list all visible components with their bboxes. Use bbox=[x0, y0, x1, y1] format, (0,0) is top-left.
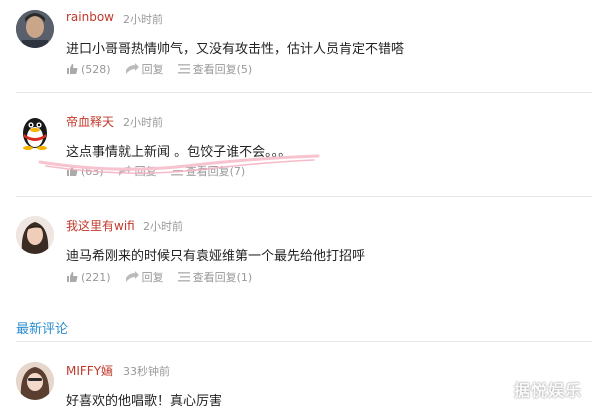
avatar-image bbox=[16, 362, 54, 400]
reply-icon bbox=[125, 271, 139, 282]
comment-text: 进口小哥哥热情帅气，又没有攻击性，估计人员肯定不错嗒 bbox=[66, 42, 405, 57]
comment-username[interactable]: 帝血释天 bbox=[66, 113, 114, 130]
comment-time: 2小时前 bbox=[123, 116, 163, 129]
comment-time: 2小时前 bbox=[143, 220, 183, 233]
reply-label: 回复 bbox=[141, 271, 164, 284]
comment-username[interactable]: 我这里有wifi bbox=[66, 217, 135, 234]
reply-icon bbox=[125, 63, 139, 74]
comment-actions: (528) 回复 查看回复(5) bbox=[66, 61, 266, 77]
view-replies-label: 查看回复(5) bbox=[192, 63, 253, 76]
qq-penguin-avatar-image bbox=[23, 118, 47, 150]
avatar-image bbox=[16, 216, 54, 254]
avatar[interactable] bbox=[16, 362, 54, 400]
comment-actions: (221) 回复 查看回复(1) bbox=[66, 269, 266, 285]
view-replies-icon bbox=[177, 272, 190, 282]
view-replies-button[interactable]: 查看回复(5) bbox=[177, 61, 253, 77]
view-replies-button[interactable]: 查看回复(1) bbox=[177, 269, 253, 285]
comment-text: 好喜欢的他唱歌！真心厉害 bbox=[66, 394, 223, 409]
highlight-scribble bbox=[38, 154, 320, 174]
like-button[interactable]: (221) bbox=[66, 271, 111, 284]
comment-time: 33秒钟前 bbox=[123, 365, 170, 378]
like-count: (528) bbox=[81, 62, 111, 76]
divider bbox=[16, 92, 592, 93]
comment-item: rainbow 2小时前 进口小哥哥热情帅气，又没有攻击性，估计人员肯定不错嗒 … bbox=[0, 0, 592, 92]
like-icon bbox=[67, 64, 78, 74]
latest-comments-heading: 最新评论 bbox=[16, 322, 69, 337]
like-icon bbox=[67, 272, 78, 282]
reply-button[interactable]: 回复 bbox=[125, 269, 164, 285]
avatar[interactable] bbox=[16, 216, 54, 254]
reply-label: 回复 bbox=[141, 63, 164, 76]
divider bbox=[16, 196, 592, 197]
view-replies-label: 查看回复(1) bbox=[192, 271, 253, 284]
watermark: 据悦娱乐 bbox=[513, 381, 582, 400]
avatar-image bbox=[16, 10, 54, 48]
comment-username[interactable]: MIFFY婳 bbox=[66, 362, 113, 379]
comment-username[interactable]: rainbow bbox=[66, 10, 114, 24]
comment-time: 2小时前 bbox=[123, 13, 163, 26]
like-button[interactable]: (528) bbox=[66, 63, 111, 76]
reply-button[interactable]: 回复 bbox=[125, 61, 164, 77]
view-replies-icon bbox=[177, 64, 190, 74]
comment-text: 迪马希刚来的时候只有袁娅维第一个最先给他打招呼 bbox=[66, 249, 366, 264]
avatar[interactable] bbox=[16, 10, 54, 48]
avatar[interactable] bbox=[16, 112, 54, 150]
divider bbox=[16, 341, 592, 342]
like-count: (221) bbox=[81, 270, 111, 284]
